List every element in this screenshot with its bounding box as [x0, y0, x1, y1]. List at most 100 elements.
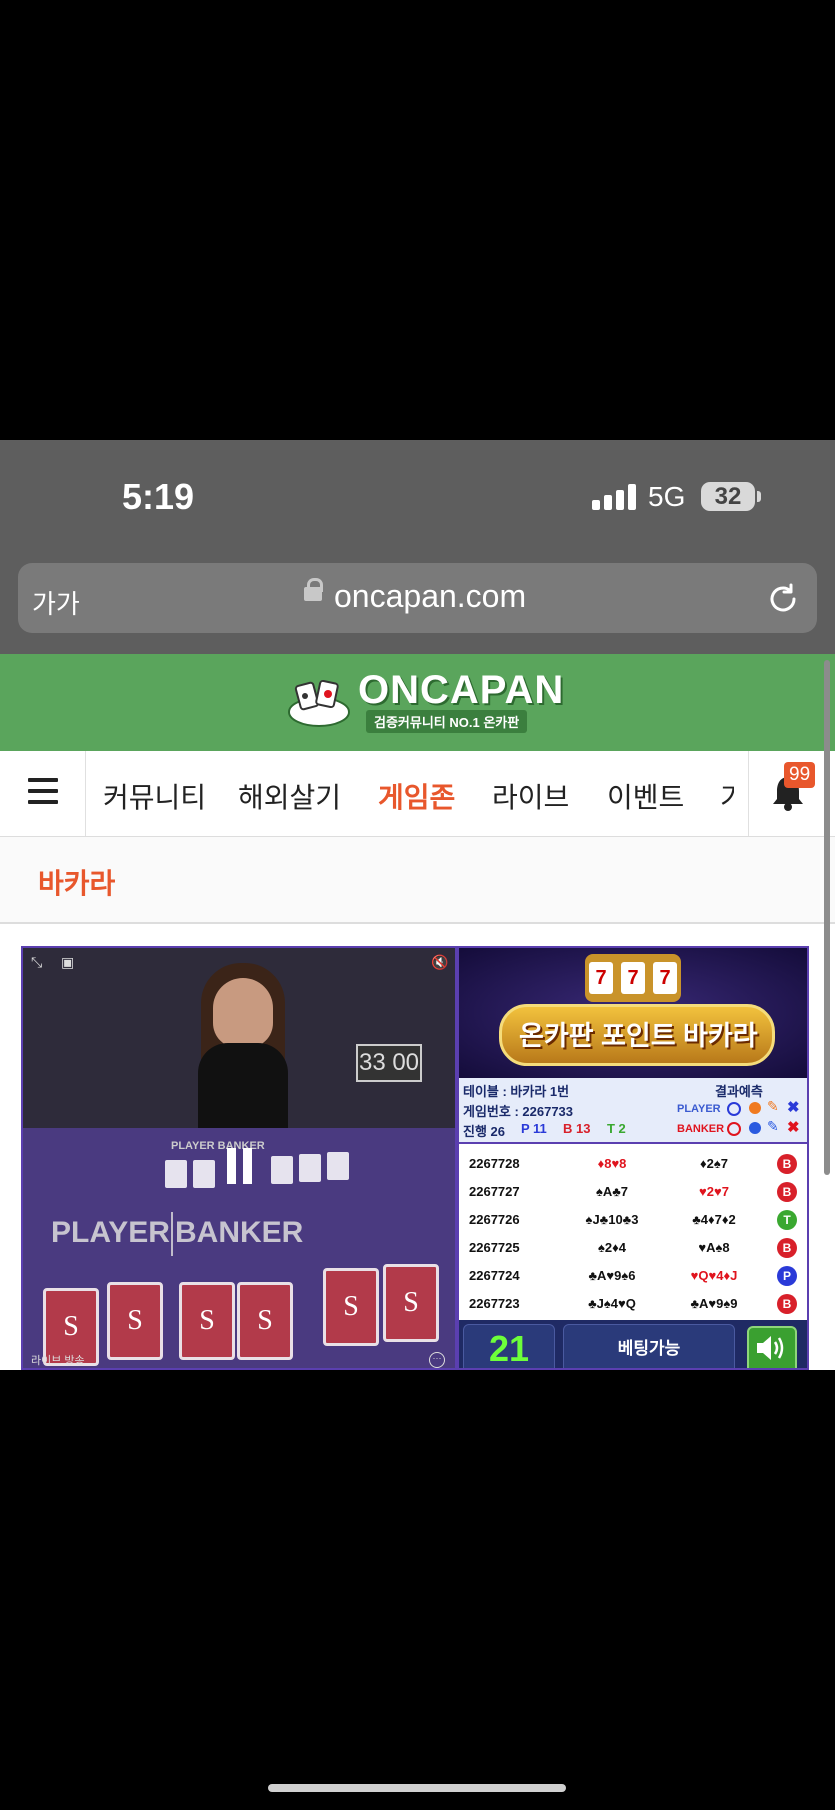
- nav-item-live[interactable]: 라이브: [492, 776, 569, 816]
- battery-tip: [757, 491, 761, 502]
- card-back: S: [237, 1282, 293, 1360]
- live-label: 라이브 방송: [31, 1355, 85, 1367]
- url-text[interactable]: oncapan.com: [334, 578, 526, 615]
- banker-blue-dot[interactable]: [749, 1122, 761, 1134]
- signal-icon: [592, 484, 636, 510]
- round-id: 2267725: [469, 1240, 520, 1255]
- result-badge: P: [777, 1266, 797, 1286]
- player-cards: ♠2♦4: [598, 1240, 626, 1255]
- pip-icon[interactable]: ▣: [61, 954, 74, 971]
- banker-label: BANKER: [175, 1216, 304, 1249]
- betting-status-button[interactable]: 베팅가능: [563, 1324, 735, 1368]
- result-badge: B: [777, 1154, 797, 1174]
- player-banker-divider: [171, 1212, 173, 1256]
- banker-pred-label: BANKER: [677, 1123, 725, 1135]
- nav-item-community[interactable]: 커뮤니티: [103, 776, 206, 816]
- banker-cards: ♥2♥7: [699, 1184, 729, 1199]
- player-pencil-icon[interactable]: ✎: [767, 1098, 779, 1115]
- table-card: [165, 1160, 187, 1188]
- player-clear-icon[interactable]: ✖: [787, 1098, 800, 1116]
- lock-icon: [304, 587, 322, 601]
- slot-digit: 7: [653, 962, 677, 994]
- battery-icon: 32: [701, 482, 755, 511]
- player-cards: ♦8♥8: [597, 1156, 627, 1171]
- banker-clear-icon[interactable]: ✖: [787, 1118, 800, 1136]
- network-type: 5G: [648, 481, 686, 512]
- slot-digit: 7: [621, 962, 645, 994]
- player-cards: ♠A♣7: [595, 1184, 629, 1199]
- history-row: 2267727 ♠A♣7 ♥2♥7 B: [459, 1178, 807, 1206]
- player-cards: ♠J♣10♣3: [585, 1212, 639, 1227]
- page-title: 바카라: [38, 868, 116, 899]
- scrollbar[interactable]: [824, 660, 830, 1175]
- home-indicator[interactable]: [268, 1784, 566, 1792]
- table-card: [299, 1154, 321, 1182]
- prediction-header: 결과예측: [715, 1084, 763, 1099]
- speaker-icon[interactable]: [747, 1326, 797, 1368]
- card-back: S: [179, 1282, 235, 1360]
- player-win-count: P 11: [521, 1121, 547, 1136]
- card-back: S: [323, 1268, 379, 1346]
- round-id: 2267727: [469, 1184, 520, 1199]
- player-pred-label: PLAYER: [677, 1103, 721, 1115]
- history-row: 2267723 ♣J♠4♥Q ♣A♥9♠9 B: [459, 1290, 807, 1318]
- player-label: PLAYER: [51, 1216, 170, 1249]
- round-id: 2267723: [469, 1296, 520, 1311]
- progress-count: 진행 26: [463, 1124, 505, 1139]
- fullscreen-icon[interactable]: ⤡: [31, 954, 42, 971]
- result-badge: B: [777, 1182, 797, 1202]
- banker-cards: ♣4♦7♦2: [692, 1212, 736, 1227]
- banker-cards: ♦2♠7: [700, 1156, 728, 1171]
- pause-icon[interactable]: [227, 1148, 259, 1189]
- mute-icon[interactable]: 🔇: [431, 954, 448, 971]
- banker-win-count: B 13: [563, 1121, 591, 1136]
- history-row: 2267725 ♠2♦4 ♥A♠8 B: [459, 1234, 807, 1262]
- game-number: 게임번호 : 2267733: [463, 1104, 574, 1119]
- nav-item-more[interactable]: 기: [720, 776, 734, 816]
- nav-item-gamezone[interactable]: 게임존: [378, 776, 455, 816]
- status-time: 5:19: [122, 476, 195, 517]
- logo-text[interactable]: ONCAPAN: [358, 668, 564, 713]
- table-card: [271, 1156, 293, 1184]
- card-back: S: [383, 1264, 439, 1342]
- result-badge: T: [777, 1210, 797, 1230]
- logo-tagline: 검증커뮤니티 NO.1 온카판: [366, 710, 528, 733]
- card-back: S: [107, 1282, 163, 1360]
- nav-item-event[interactable]: 이벤트: [607, 776, 684, 816]
- banner-title: 온카판 포인트 바카라: [519, 1021, 758, 1051]
- player-cards: ♣J♠4♥Q: [588, 1296, 636, 1311]
- round-id: 2267726: [469, 1212, 520, 1227]
- banker-cards: ♥A♠8: [698, 1240, 730, 1255]
- result-badge: B: [777, 1294, 797, 1314]
- player-orange-dot[interactable]: [749, 1102, 761, 1114]
- table-timer: 33 00: [356, 1044, 422, 1082]
- banker-cards: ♥Q♥4♦J: [690, 1268, 738, 1283]
- menu-icon[interactable]: [28, 778, 58, 811]
- table-card: [193, 1160, 215, 1188]
- result-badge: B: [777, 1238, 797, 1258]
- countdown: 21: [463, 1324, 555, 1368]
- nav-divider-right: [748, 751, 749, 836]
- reload-icon[interactable]: [766, 582, 800, 621]
- nav-divider: [85, 751, 86, 836]
- logo-icon[interactable]: [288, 676, 350, 735]
- dealer-body: [198, 1043, 288, 1138]
- slot-digit: 7: [589, 962, 613, 994]
- game-info: 테이블 : 바카라 1번 결과예측 게임번호 : 2267733 진행 26 P…: [459, 1078, 807, 1144]
- banker-odd-radio[interactable]: [727, 1122, 741, 1136]
- live-video[interactable]: ⤡ ▣ 🔇 33 00 PLAYER BANKER PLAYER BANKER …: [21, 946, 457, 1370]
- history-row: 2267726 ♠J♣10♣3 ♣4♦7♦2 T: [459, 1206, 807, 1234]
- history-row: 2267724 ♣A♥9♠6 ♥Q♥4♦J P: [459, 1262, 807, 1290]
- table-name: 테이블 : 바카라 1번: [463, 1084, 570, 1099]
- banker-pencil-icon[interactable]: ✎: [767, 1118, 779, 1135]
- table-card: [327, 1152, 349, 1180]
- player-odd-radio[interactable]: [727, 1102, 741, 1116]
- banker-cards: ♣A♥9♠9: [690, 1296, 738, 1311]
- more-icon[interactable]: ···: [429, 1352, 445, 1368]
- baccarat-panel: 7 7 7 온카판 포인트 바카라 테이블 : 바카라 1번 결과예측 게임번호…: [457, 946, 809, 1370]
- text-size-button[interactable]: 가가: [32, 584, 80, 621]
- nav-item-overseas[interactable]: 해외살기: [238, 776, 341, 816]
- round-id: 2267728: [469, 1156, 520, 1171]
- notification-badge: 99: [784, 762, 816, 788]
- tie-count: T 2: [607, 1121, 626, 1136]
